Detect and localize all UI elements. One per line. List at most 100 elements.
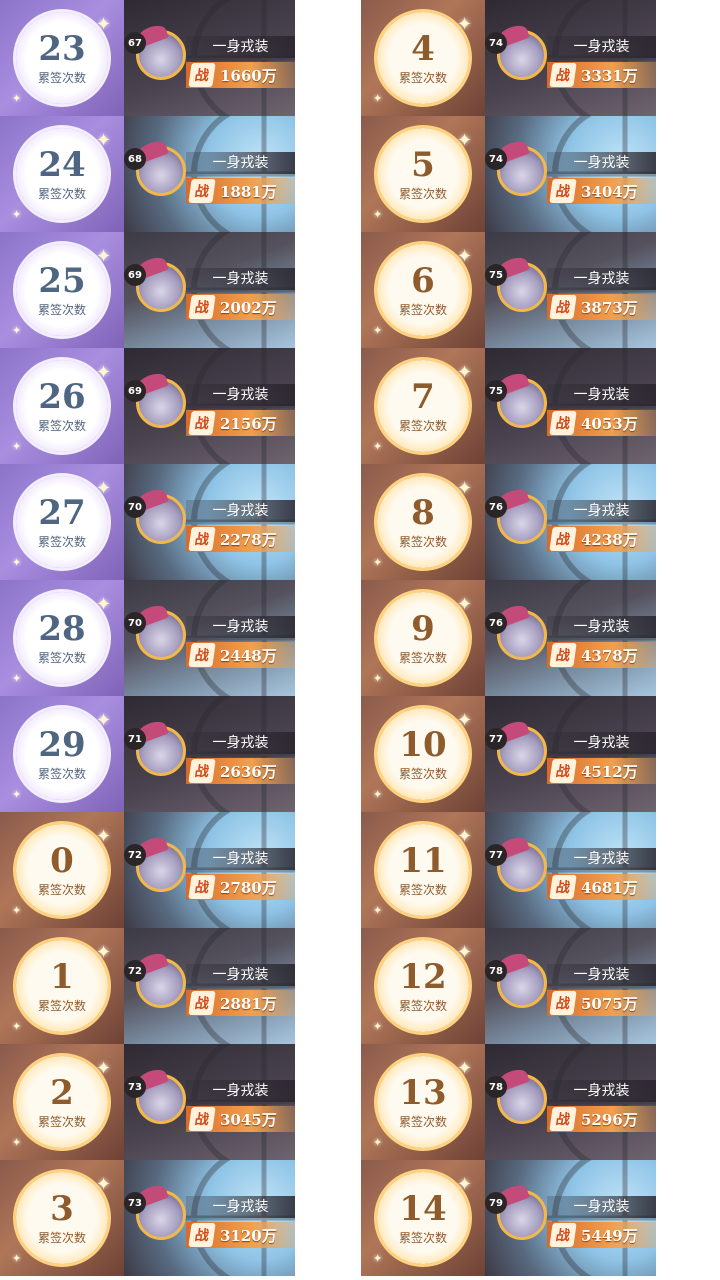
checkin-count-label: 累签次数: [398, 186, 447, 201]
power-prefix-icon: 战: [188, 1107, 216, 1131]
sparkle-icon: ✦: [457, 362, 473, 383]
checkin-card: 7 累签次数 ✦ ✦ 75 一身戎装 战 4053万: [361, 348, 656, 464]
power-value: 5449万: [581, 1226, 638, 1245]
character-name: 一身戎装: [547, 848, 656, 870]
checkin-count-badge: 5 累签次数: [377, 116, 469, 220]
power-bar: 战 4053万: [547, 410, 656, 436]
sparkle-icon: ✦: [96, 1058, 112, 1079]
checkin-count-badge: 12 累签次数: [377, 928, 469, 1032]
level-badge: 72: [124, 960, 146, 982]
sparkle-icon: ✦: [12, 208, 22, 221]
sparkle-icon: ✦: [457, 478, 473, 499]
checkin-card: 11 累签次数 ✦ ✦ 77 一身戎装 战 4681万: [361, 812, 656, 928]
checkin-count-label: 累签次数: [398, 1114, 447, 1129]
checkin-count-label: 累签次数: [37, 186, 86, 201]
checkin-card: 1 累签次数 ✦ ✦ 72 一身戎装 战 2881万: [0, 928, 295, 1044]
level-badge: 78: [485, 960, 507, 982]
checkin-count-number: 25: [38, 260, 86, 301]
character-name: 一身戎装: [186, 616, 295, 638]
level-badge: 68: [124, 148, 146, 170]
power-value: 4238万: [581, 530, 638, 549]
checkin-count-badge: 28 累签次数: [16, 580, 108, 684]
checkin-count-label: 累签次数: [37, 70, 86, 85]
power-value: 2448万: [220, 646, 277, 665]
power-value: 3120万: [220, 1226, 277, 1245]
sparkle-icon: ✦: [12, 904, 22, 917]
power-bar: 战 2156万: [186, 410, 295, 436]
checkin-card: 25 累签次数 ✦ ✦ 69 一身戎装 战 2002万: [0, 232, 295, 348]
sparkle-icon: ✦: [457, 1058, 473, 1079]
character-name: 一身戎装: [186, 1080, 295, 1102]
sparkle-icon: ✦: [96, 1174, 112, 1195]
sparkle-icon: ✦: [373, 672, 383, 685]
checkin-count-label: 累签次数: [398, 302, 447, 317]
character-name: 一身戎装: [547, 732, 656, 754]
level-badge: 74: [485, 32, 507, 54]
checkin-count-label: 累签次数: [398, 998, 447, 1013]
power-bar: 战 3120万: [186, 1222, 295, 1248]
power-bar: 战 4238万: [547, 526, 656, 552]
checkin-card: 23 累签次数 ✦ ✦ 67 一身戎装 战 1660万: [0, 0, 295, 116]
sparkle-icon: ✦: [12, 92, 22, 105]
checkin-card: 28 累签次数 ✦ ✦ 70 一身戎装 战 2448万: [0, 580, 295, 696]
power-prefix-icon: 战: [549, 991, 577, 1015]
character-name: 一身戎装: [547, 384, 656, 406]
sparkle-icon: ✦: [457, 826, 473, 847]
sparkle-icon: ✦: [12, 440, 22, 453]
character-name: 一身戎装: [547, 1080, 656, 1102]
power-value: 3404万: [581, 182, 638, 201]
character-name: 一身戎装: [547, 268, 656, 290]
sparkle-icon: ✦: [373, 440, 383, 453]
checkin-count-label: 累签次数: [37, 534, 86, 549]
sparkle-icon: ✦: [96, 478, 112, 499]
power-prefix-icon: 战: [188, 63, 216, 87]
checkin-count-label: 累签次数: [398, 1230, 447, 1245]
power-prefix-icon: 战: [188, 1223, 216, 1247]
power-value: 1660万: [220, 66, 277, 85]
power-value: 2156万: [220, 414, 277, 433]
checkin-count-label: 累签次数: [37, 418, 86, 433]
power-value: 4512万: [581, 762, 638, 781]
checkin-count-number: 23: [38, 28, 86, 69]
level-badge: 76: [485, 612, 507, 634]
character-name: 一身戎装: [186, 268, 295, 290]
checkin-count-badge: 27 累签次数: [16, 464, 108, 568]
power-value: 2002万: [220, 298, 277, 317]
sparkle-icon: ✦: [457, 130, 473, 151]
checkin-count-badge: 8 累签次数: [377, 464, 469, 568]
checkin-card: 0 累签次数 ✦ ✦ 72 一身戎装 战 2780万: [0, 812, 295, 928]
checkin-count-number: 0: [50, 840, 74, 881]
checkin-count-badge: 26 累签次数: [16, 348, 108, 452]
power-prefix-icon: 战: [188, 179, 216, 203]
character-name: 一身戎装: [547, 616, 656, 638]
checkin-count-number: 26: [38, 376, 86, 417]
level-badge: 75: [485, 264, 507, 286]
checkin-count-number: 5: [411, 144, 435, 185]
sparkle-icon: ✦: [457, 942, 473, 963]
checkin-count-number: 24: [38, 144, 86, 185]
checkin-count-number: 4: [411, 28, 435, 69]
level-badge: 77: [485, 844, 507, 866]
level-badge: 71: [124, 728, 146, 750]
power-prefix-icon: 战: [188, 643, 216, 667]
left-screenshot-column: 23 累签次数 ✦ ✦ 67 一身戎装 战 1660万 24 累签次数 ✦ ✦: [0, 0, 295, 1276]
level-badge: 75: [485, 380, 507, 402]
power-bar: 战 1881万: [186, 178, 295, 204]
power-prefix-icon: 战: [549, 875, 577, 899]
power-bar: 战 2881万: [186, 990, 295, 1016]
checkin-count-badge: 4 累签次数: [377, 0, 469, 104]
level-badge: 73: [124, 1192, 146, 1214]
checkin-count-badge: 0 累签次数: [16, 812, 108, 916]
checkin-count-number: 2: [50, 1072, 74, 1113]
power-prefix-icon: 战: [549, 643, 577, 667]
right-screenshot-column: 4 累签次数 ✦ ✦ 74 一身戎装 战 3331万 5 累签次数 ✦ ✦ 74…: [361, 0, 656, 1276]
level-badge: 77: [485, 728, 507, 750]
sparkle-icon: ✦: [12, 324, 22, 337]
power-prefix-icon: 战: [188, 411, 216, 435]
checkin-count-badge: 2 累签次数: [16, 1044, 108, 1148]
sparkle-icon: ✦: [373, 1252, 383, 1265]
character-name: 一身戎装: [186, 500, 295, 522]
power-value: 2780万: [220, 878, 277, 897]
checkin-card: 29 累签次数 ✦ ✦ 71 一身戎装 战 2636万: [0, 696, 295, 812]
power-bar: 战 4681万: [547, 874, 656, 900]
